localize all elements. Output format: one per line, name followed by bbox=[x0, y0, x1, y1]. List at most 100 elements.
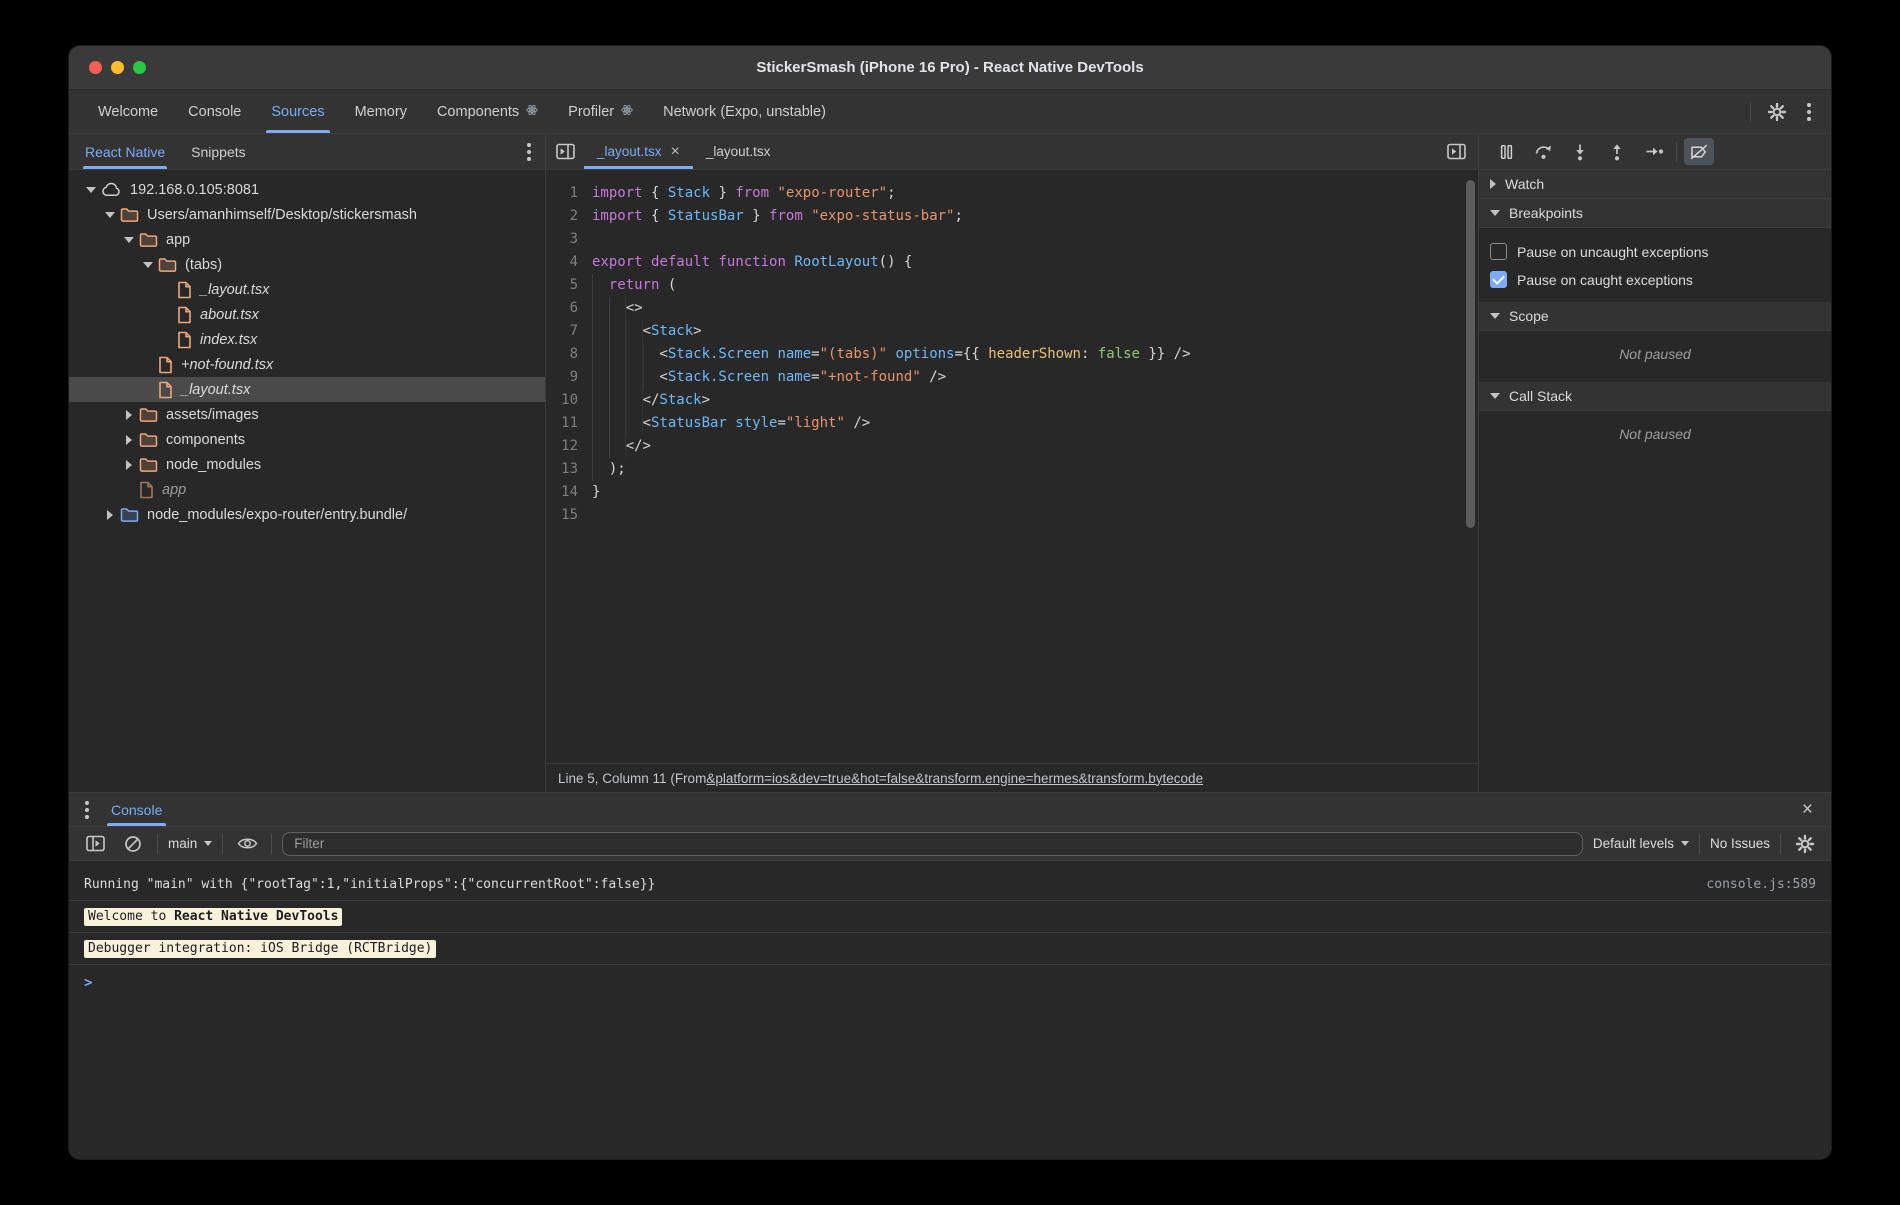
code-line-2[interactable]: 2import { StatusBar } from "expo-status-… bbox=[546, 205, 1478, 228]
line-number[interactable]: 13 bbox=[546, 458, 592, 481]
clear-console-icon[interactable] bbox=[119, 830, 147, 858]
pause-uncaught-checkbox[interactable] bbox=[1490, 243, 1507, 260]
line-number[interactable]: 3 bbox=[546, 228, 592, 251]
tree-item-tabs[interactable]: (tabs) bbox=[69, 252, 545, 277]
line-number[interactable]: 7 bbox=[546, 320, 592, 343]
drawer-more-options-icon[interactable] bbox=[81, 797, 93, 823]
line-number[interactable]: 4 bbox=[546, 251, 592, 274]
tree-item-node-modules-expo-router-entry-bundle[interactable]: node_modules/expo-router/entry.bundle/ bbox=[69, 502, 545, 527]
tab-network[interactable]: Network (Expo, unstable) bbox=[648, 90, 841, 133]
toggle-navigator-icon[interactable] bbox=[546, 134, 584, 169]
step-into-icon[interactable] bbox=[1565, 138, 1595, 165]
settings-gear-icon[interactable] bbox=[1763, 98, 1791, 126]
code-line-14[interactable]: 14} bbox=[546, 481, 1478, 504]
line-number[interactable]: 6 bbox=[546, 297, 592, 320]
console-filter-input[interactable] bbox=[282, 832, 1583, 856]
code-line-13[interactable]: 13); bbox=[546, 458, 1478, 481]
context-selector[interactable]: main bbox=[168, 836, 212, 851]
editor-tab-layout-tsx-active[interactable]: _layout.tsx × bbox=[584, 134, 693, 169]
tree-item-about-tsx[interactable]: about.tsx bbox=[69, 302, 545, 327]
line-number[interactable]: 5 bbox=[546, 274, 592, 297]
show-debugger-panel-icon[interactable] bbox=[1442, 138, 1470, 166]
code-line-11[interactable]: 11<StatusBar style="light" /> bbox=[546, 412, 1478, 435]
expanded-arrow-icon[interactable] bbox=[86, 187, 96, 193]
line-number[interactable]: 8 bbox=[546, 343, 592, 366]
tab-console[interactable]: Console bbox=[173, 90, 256, 133]
code-line-10[interactable]: 10</Stack> bbox=[546, 389, 1478, 412]
tab-profiler[interactable]: Profiler bbox=[553, 90, 648, 133]
source-map-link[interactable]: &platform=ios&dev=true&hot=false&transfo… bbox=[706, 771, 1203, 786]
collapsed-arrow-icon[interactable] bbox=[126, 460, 132, 470]
navigator-tab-snippets[interactable]: Snippets bbox=[191, 134, 245, 169]
close-tab-icon[interactable]: × bbox=[671, 144, 680, 160]
expanded-arrow-icon[interactable] bbox=[124, 237, 134, 243]
console-prompt[interactable]: > bbox=[69, 965, 1831, 1001]
line-number[interactable]: 10 bbox=[546, 389, 592, 412]
collapsed-arrow-icon[interactable] bbox=[126, 435, 132, 445]
navigator-tab-react-native[interactable]: React Native bbox=[85, 134, 165, 169]
code-line-15[interactable]: 15 bbox=[546, 504, 1478, 527]
line-number[interactable]: 9 bbox=[546, 366, 592, 389]
tree-item-node-modules[interactable]: node_modules bbox=[69, 452, 545, 477]
collapsed-arrow-icon[interactable] bbox=[107, 510, 113, 520]
tree-item-users-amanhimself-desktop-stickersmash[interactable]: Users/amanhimself/Desktop/stickersmash bbox=[69, 202, 545, 227]
tab-memory[interactable]: Memory bbox=[340, 90, 422, 133]
log-levels-selector[interactable]: Default levels bbox=[1593, 836, 1689, 851]
console-sidebar-icon[interactable] bbox=[81, 830, 109, 858]
code-line-7[interactable]: 7<Stack> bbox=[546, 320, 1478, 343]
navigator-more-options-icon[interactable] bbox=[523, 139, 535, 165]
code-line-8[interactable]: 8<Stack.Screen name="(tabs)" options={{ … bbox=[546, 343, 1478, 366]
code-line-1[interactable]: 1import { Stack } from "expo-router"; bbox=[546, 182, 1478, 205]
tree-item-index-tsx[interactable]: index.tsx bbox=[69, 327, 545, 352]
line-number[interactable]: 14 bbox=[546, 481, 592, 504]
minimize-window-button[interactable] bbox=[111, 61, 124, 74]
tree-item-layout-tsx[interactable]: _layout.tsx bbox=[69, 377, 545, 402]
code-editor[interactable]: 1import { Stack } from "expo-router";2im… bbox=[546, 170, 1478, 763]
close-drawer-icon[interactable]: × bbox=[1796, 798, 1819, 821]
step-out-icon[interactable] bbox=[1602, 138, 1632, 165]
call-stack-section-header[interactable]: Call Stack bbox=[1479, 382, 1831, 411]
step-icon[interactable] bbox=[1639, 138, 1669, 165]
live-expression-eye-icon[interactable] bbox=[233, 830, 261, 858]
more-options-icon[interactable] bbox=[1803, 99, 1815, 125]
line-number[interactable]: 15 bbox=[546, 504, 592, 527]
line-number[interactable]: 1 bbox=[546, 182, 592, 205]
issues-counter[interactable]: No Issues bbox=[1710, 836, 1770, 851]
tree-item-not-found-tsx[interactable]: +not-found.tsx bbox=[69, 352, 545, 377]
line-number[interactable]: 2 bbox=[546, 205, 592, 228]
tab-welcome[interactable]: Welcome bbox=[83, 90, 173, 133]
tree-item-assets-images[interactable]: assets/images bbox=[69, 402, 545, 427]
expanded-arrow-icon[interactable] bbox=[105, 212, 115, 218]
console-settings-gear-icon[interactable] bbox=[1791, 830, 1819, 858]
editor-scrollbar[interactable] bbox=[1466, 180, 1475, 528]
pause-script-icon[interactable] bbox=[1491, 138, 1521, 165]
pause-caught-checkbox[interactable] bbox=[1490, 271, 1507, 288]
pause-on-uncaught-exceptions-row[interactable]: Pause on uncaught exceptions bbox=[1479, 237, 1831, 265]
line-number[interactable]: 12 bbox=[546, 435, 592, 458]
drawer-tab-console[interactable]: Console bbox=[107, 793, 166, 826]
code-line-3[interactable]: 3 bbox=[546, 228, 1478, 251]
editor-tab-layout-tsx[interactable]: _layout.tsx bbox=[693, 134, 784, 169]
scope-section-header[interactable]: Scope bbox=[1479, 302, 1831, 331]
tree-item-app[interactable]: app bbox=[69, 477, 545, 502]
step-over-icon[interactable] bbox=[1528, 138, 1558, 165]
code-line-9[interactable]: 9<Stack.Screen name="+not-found" /> bbox=[546, 366, 1478, 389]
tree-item-components[interactable]: components bbox=[69, 427, 545, 452]
code-line-12[interactable]: 12</> bbox=[546, 435, 1478, 458]
log-source-link[interactable]: console.js:589 bbox=[1706, 877, 1816, 892]
breakpoints-section-header[interactable]: Breakpoints bbox=[1479, 199, 1831, 228]
collapsed-arrow-icon[interactable] bbox=[126, 410, 132, 420]
tree-item-layout-tsx[interactable]: _layout.tsx bbox=[69, 277, 545, 302]
tab-sources[interactable]: Sources bbox=[256, 90, 339, 133]
tab-components[interactable]: Components bbox=[422, 90, 553, 133]
watch-section-header[interactable]: Watch bbox=[1479, 170, 1831, 199]
line-number[interactable]: 11 bbox=[546, 412, 592, 435]
code-line-4[interactable]: 4export default function RootLayout() { bbox=[546, 251, 1478, 274]
tree-item-192-168-0-105-8081[interactable]: 192.168.0.105:8081 bbox=[69, 177, 545, 202]
code-line-6[interactable]: 6<> bbox=[546, 297, 1478, 320]
deactivate-breakpoints-icon[interactable] bbox=[1684, 138, 1714, 165]
zoom-window-button[interactable] bbox=[133, 61, 146, 74]
code-line-5[interactable]: 5return ( bbox=[546, 274, 1478, 297]
pause-on-caught-exceptions-row[interactable]: Pause on caught exceptions bbox=[1479, 265, 1831, 293]
close-window-button[interactable] bbox=[89, 61, 102, 74]
